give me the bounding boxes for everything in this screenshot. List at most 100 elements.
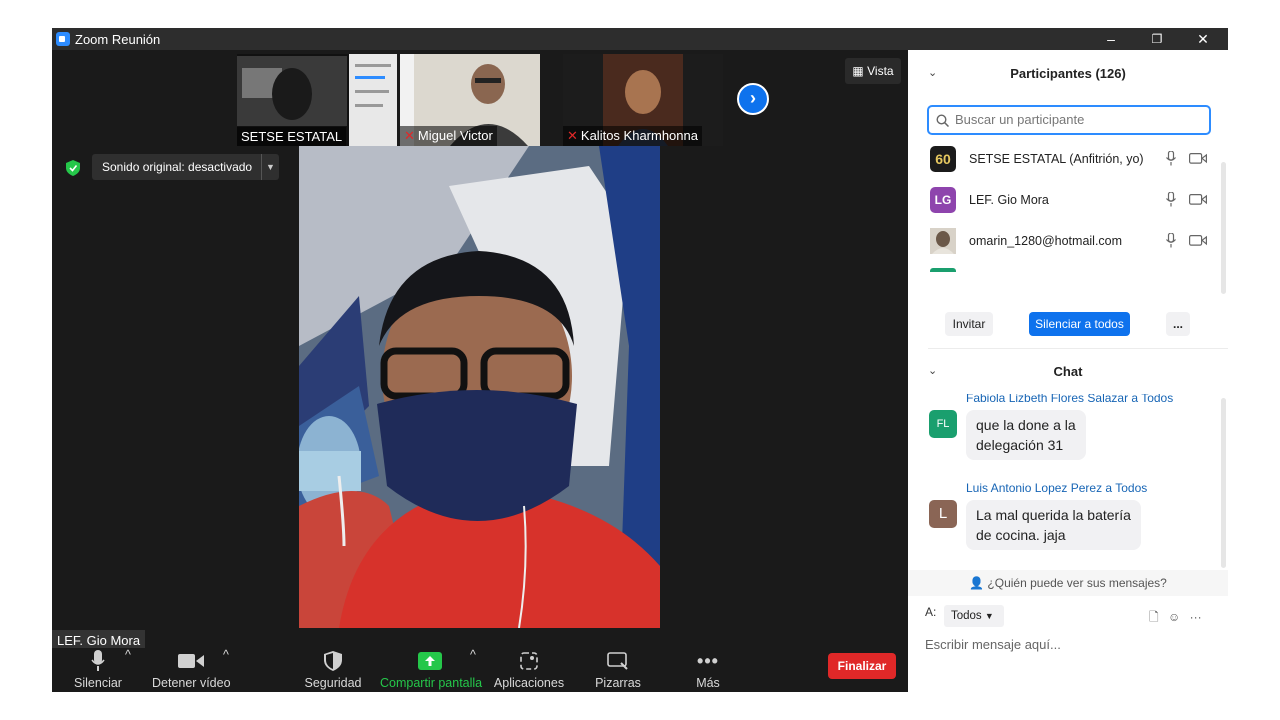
participant-avatar-partial bbox=[930, 268, 956, 272]
file-icon[interactable]: 🗋 bbox=[1149, 610, 1159, 624]
video-camera-icon[interactable] bbox=[1189, 235, 1207, 246]
title-bar: Zoom Reunión – ❐ ✕ bbox=[52, 28, 1228, 50]
participant-name: SETSE ESTATAL bbox=[237, 127, 347, 146]
mute-options-chevron-icon[interactable]: ^ bbox=[125, 648, 131, 662]
muted-mic-icon: ✕ bbox=[567, 128, 578, 143]
security-button[interactable]: Seguridad bbox=[304, 648, 362, 690]
message-visibility-info[interactable]: 👤 ¿Quién puede ver sus mensajes? bbox=[908, 570, 1228, 596]
apps-button[interactable]: Aplicaciones bbox=[492, 648, 566, 690]
chat-title: Chat bbox=[1053, 364, 1083, 379]
mute-button[interactable]: Silenciar bbox=[70, 648, 126, 690]
video-camera-icon[interactable] bbox=[1189, 153, 1207, 164]
security-shield-icon bbox=[324, 651, 342, 671]
zoom-window: Zoom Reunión – ❐ ✕ SETSE ESTATAL ✕ Migue… bbox=[52, 28, 1228, 692]
side-panel: ⌄ Participantes (126) Buscar un particip… bbox=[908, 50, 1228, 692]
video-options-chevron-icon[interactable]: ^ bbox=[223, 648, 229, 662]
participant-tile[interactable]: ✕ Miguel Victor bbox=[400, 54, 540, 146]
chat-message-header: Fabiola Lizbeth Flores Salazar a Todos bbox=[966, 394, 1174, 405]
apps-label: Aplicaciones bbox=[493, 676, 565, 690]
participant-search-input[interactable]: Buscar un participante bbox=[927, 105, 1211, 135]
more-label: Más bbox=[696, 676, 720, 690]
microphone-icon[interactable] bbox=[1166, 151, 1176, 166]
restore-button[interactable]: ❐ bbox=[1134, 28, 1180, 50]
chat-message-line: delegación 31 bbox=[976, 437, 1064, 453]
mute-all-button[interactable]: Silenciar a todos bbox=[1029, 312, 1130, 336]
minimize-button[interactable]: – bbox=[1088, 28, 1134, 50]
recipient-value: Todos bbox=[951, 610, 982, 622]
meeting-toolbar: Silenciar ^ Detener vídeo ^ Seguridad Co… bbox=[52, 648, 908, 692]
zoom-logo-icon bbox=[56, 32, 70, 46]
participant-name-label: ✕ Miguel Victor bbox=[400, 126, 497, 146]
person-icon: 👤 bbox=[969, 576, 985, 590]
whiteboards-button[interactable]: Pizarras bbox=[592, 648, 644, 690]
participant-avatar: LG bbox=[930, 187, 956, 213]
encryption-shield-icon bbox=[66, 160, 80, 176]
message-visibility-label: ¿Quién puede ver sus mensajes? bbox=[987, 576, 1167, 590]
participant-name-label: ✕ Kalitos Kharmhonna bbox=[563, 126, 702, 146]
search-icon bbox=[936, 114, 949, 127]
participant-name: Kalitos Kharmhonna bbox=[580, 128, 698, 143]
chat-message-line: La mal querida la batería bbox=[976, 507, 1131, 523]
chat-message-bubble: que la done a la delegación 31 bbox=[966, 410, 1086, 460]
video-camera-icon[interactable] bbox=[1189, 194, 1207, 205]
chat-message-input[interactable]: Escribir mensaje aquí... bbox=[925, 637, 1061, 652]
chat-avatar: L bbox=[929, 500, 957, 528]
chat-avatar: FL bbox=[929, 410, 957, 438]
chevron-right-icon: › bbox=[750, 88, 756, 108]
caret-down-icon[interactable]: ▼ bbox=[261, 154, 279, 180]
original-sound-toggle[interactable]: Sonido original: desactivado ▼ bbox=[92, 154, 279, 180]
stop-video-label: Detener vídeo bbox=[152, 676, 231, 690]
participant-tile[interactable]: SETSE ESTATAL bbox=[237, 54, 397, 146]
participants-scrollbar[interactable] bbox=[1221, 162, 1226, 294]
stop-video-button[interactable]: Detener vídeo bbox=[152, 648, 231, 690]
participant-tile[interactable]: ✕ Kalitos Kharmhonna bbox=[563, 54, 723, 146]
more-button[interactable]: ••• Más bbox=[687, 648, 729, 691]
share-options-chevron-icon[interactable]: ^ bbox=[470, 648, 476, 662]
view-button[interactable]: ▦ Vista bbox=[845, 58, 901, 84]
mute-label: Silenciar bbox=[74, 676, 122, 690]
view-label: Vista bbox=[867, 64, 894, 78]
chat-message-header: Luis Antonio Lopez Perez a Todos bbox=[966, 481, 1148, 495]
more-options-icon[interactable]: ··· bbox=[1190, 610, 1202, 624]
participants-more-button[interactable]: ... bbox=[1166, 312, 1190, 336]
recipient-select[interactable]: Todos ▼ bbox=[944, 605, 1004, 627]
profile-photo bbox=[930, 228, 956, 254]
participant-row[interactable]: omarin_1280@hotmail.com bbox=[930, 226, 1210, 256]
participants-title: Participantes (126) bbox=[1010, 66, 1126, 81]
ellipsis-icon: ••• bbox=[697, 650, 719, 671]
microphone-icon bbox=[91, 650, 105, 671]
close-button[interactable]: ✕ bbox=[1180, 28, 1226, 50]
active-speaker-video bbox=[299, 146, 660, 628]
chat-scrollbar[interactable] bbox=[1221, 398, 1226, 568]
search-placeholder: Buscar un participante bbox=[955, 112, 1085, 127]
muted-mic-icon: ✕ bbox=[404, 128, 415, 143]
share-screen-label: Compartir pantalla bbox=[380, 676, 483, 690]
chat-messages: Fabiola Lizbeth Flores Salazar a Todos F… bbox=[908, 394, 1228, 570]
next-page-button[interactable]: › bbox=[737, 83, 769, 115]
microphone-icon[interactable] bbox=[1166, 192, 1176, 207]
share-screen-icon bbox=[418, 652, 442, 670]
chat-message-line: de cocina. jaja bbox=[976, 527, 1066, 543]
invite-button[interactable]: Invitar bbox=[945, 312, 993, 336]
chevron-down-icon: ▼ bbox=[984, 611, 994, 621]
grid-icon: ▦ bbox=[852, 64, 864, 78]
emoji-icon[interactable]: ☺ bbox=[1168, 610, 1180, 624]
window-title: Zoom Reunión bbox=[75, 32, 161, 47]
security-label: Seguridad bbox=[304, 676, 362, 690]
share-screen-button[interactable]: Compartir pantalla bbox=[380, 648, 483, 690]
participant-row[interactable]: LG LEF. Gio Mora bbox=[930, 185, 1210, 215]
meeting-area: SETSE ESTATAL ✕ Miguel Victor ✕ Kalitos Kh… bbox=[52, 50, 908, 692]
participant-name: SETSE ESTATAL (Anfitrión, yo) bbox=[969, 152, 1144, 166]
participant-row[interactable]: 60 SETSE ESTATAL (Anfitrión, yo) bbox=[930, 144, 1210, 174]
whiteboards-label: Pizarras bbox=[595, 676, 641, 690]
end-meeting-button[interactable]: Finalizar bbox=[828, 653, 896, 679]
video-camera-icon bbox=[178, 654, 204, 668]
chat-tools: 🗋 ☺ ··· bbox=[1149, 608, 1202, 629]
microphone-icon[interactable] bbox=[1166, 233, 1176, 248]
participant-avatar bbox=[930, 228, 956, 254]
participant-name: Miguel Victor bbox=[417, 128, 493, 143]
chat-message-line: que la done a la bbox=[976, 417, 1076, 433]
apps-icon bbox=[520, 652, 538, 670]
recipient-label: A: bbox=[925, 605, 937, 619]
participant-avatar: 60 bbox=[930, 146, 956, 172]
